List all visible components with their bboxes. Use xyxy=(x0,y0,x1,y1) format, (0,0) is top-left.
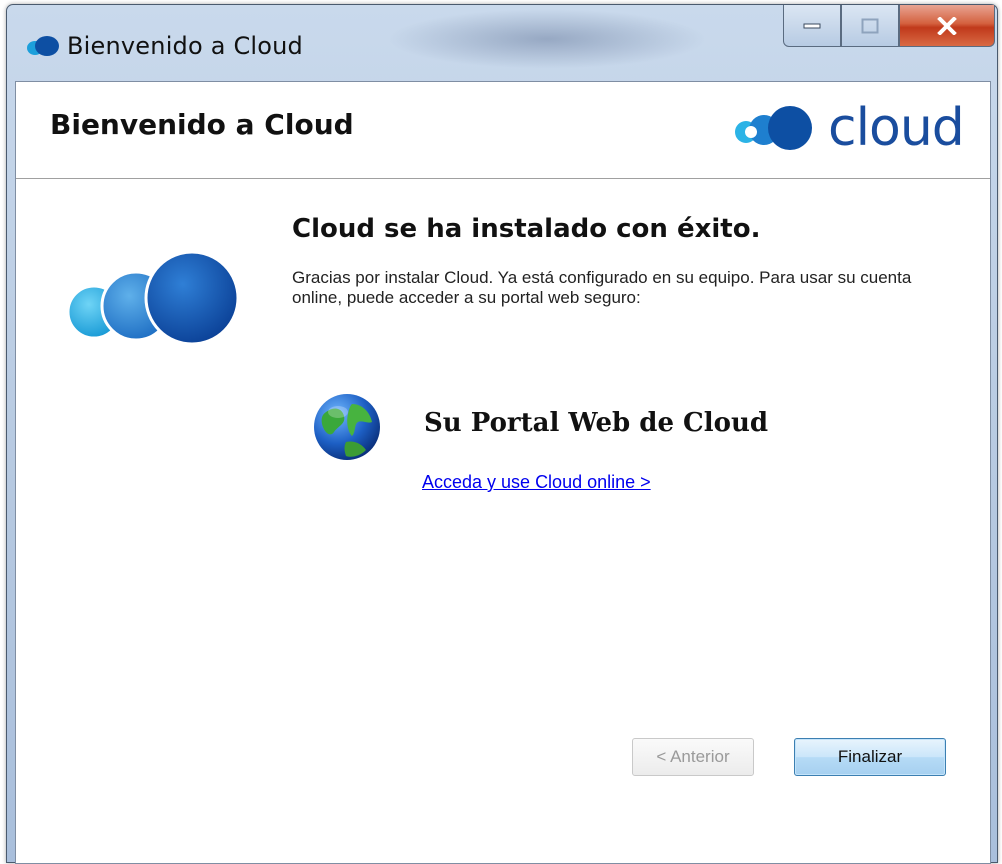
close-icon xyxy=(937,16,957,35)
success-heading: Cloud se ha instalado con éxito. xyxy=(292,214,761,244)
maximize-icon xyxy=(861,18,879,33)
minimize-button[interactable] xyxy=(783,5,841,47)
installer-window: Bienvenido a Cloud Bienvenido a Cloud cl… xyxy=(6,4,998,864)
minimize-icon xyxy=(803,23,821,28)
install-description: Gracias por instalar Cloud. Ya está conf… xyxy=(292,268,912,307)
portal-title: Su Portal Web de Cloud xyxy=(424,408,769,438)
title-bar[interactable]: Bienvenido a Cloud xyxy=(7,5,997,81)
brand-wordmark: cloud xyxy=(828,98,965,158)
finish-button[interactable]: Finalizar xyxy=(794,738,946,776)
page-title: Bienvenido a Cloud xyxy=(50,108,354,141)
brand-logo: cloud xyxy=(718,98,968,158)
close-button[interactable] xyxy=(899,5,995,47)
back-button[interactable]: < Anterior xyxy=(632,738,754,776)
maximize-button[interactable] xyxy=(841,5,899,47)
wizard-header: Bienvenido a Cloud cloud xyxy=(16,82,990,179)
brand-circles-icon xyxy=(735,106,812,150)
window-title: Bienvenido a Cloud xyxy=(67,32,303,60)
dialog-client-area: Bienvenido a Cloud cloud Cloud se ha ins… xyxy=(15,81,991,864)
globe-icon xyxy=(314,394,380,460)
title-bar-glow xyxy=(387,9,707,69)
cloud-app-icon xyxy=(27,36,59,56)
portal-link[interactable]: Acceda y use Cloud online > xyxy=(422,472,651,493)
cloud-hero-logo xyxy=(66,250,240,346)
